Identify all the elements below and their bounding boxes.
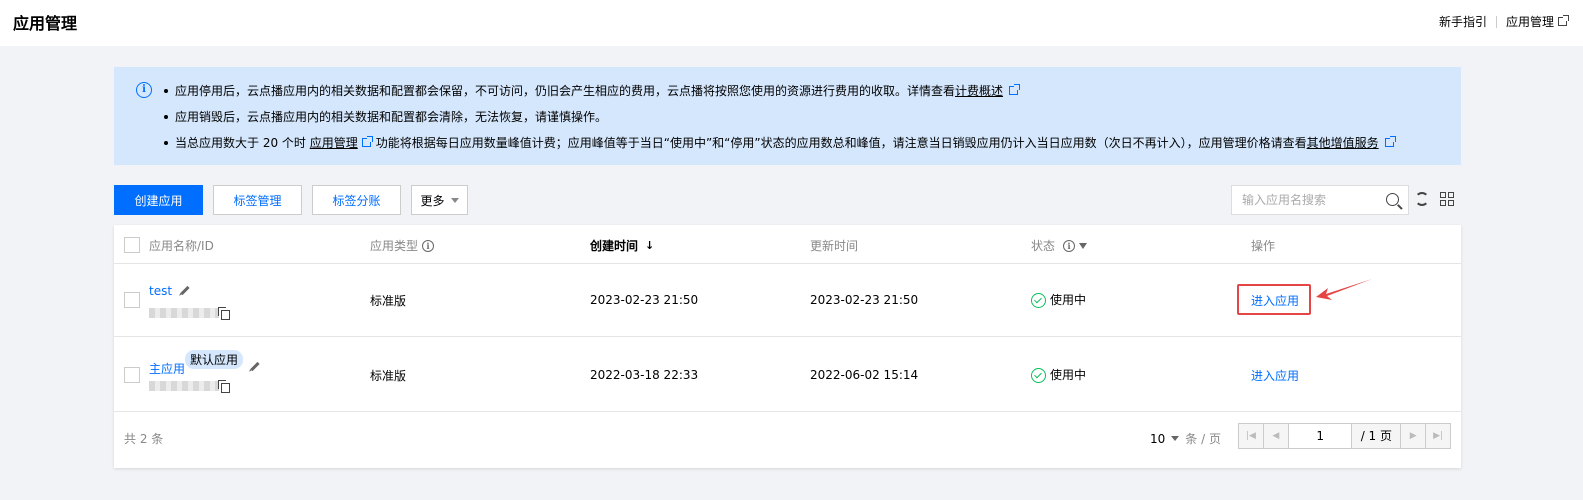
search-input[interactable] [1232, 186, 1372, 214]
caret-down-icon [1171, 436, 1180, 441]
column-settings-icon[interactable] [1440, 192, 1454, 206]
notice-line-3: 当总应用数大于 20 个时 应用管理 功能将根据每日应用数量峰值计费；应用峰值等于… [164, 134, 1396, 151]
table-row: 主应用 默认应用 标准版 2022-03-18 22:33 2022-06-02… [114, 337, 1461, 412]
prev-page-icon[interactable]: ◀ [1264, 424, 1289, 448]
notice-line-2: 应用销毁后，云点播应用内的相关数据和配置都会清除，无法恢复，请谨慎操作。 [164, 108, 607, 125]
check-circle-icon [1031, 293, 1046, 308]
sort-down-icon[interactable]: ↓ [645, 239, 654, 252]
select-all-checkbox[interactable] [124, 237, 140, 253]
copy-icon[interactable] [218, 380, 230, 393]
table-header: 应用名称/ID 应用类型 i 创建时间 ↓ 更新时间 状态 i 操作 [114, 225, 1461, 264]
col-type: 应用类型 i [370, 237, 435, 254]
edit-icon[interactable] [180, 285, 190, 296]
updated-time: 2023-02-23 21:50 [810, 293, 919, 307]
search-icon[interactable] [1386, 193, 1399, 206]
pagination: |◀ ◀ 1 / 1 页 ▶ ▶| [1238, 423, 1451, 449]
divider [1495, 15, 1497, 28]
red-arrow-icon [1316, 279, 1372, 300]
check-circle-icon [1031, 368, 1046, 383]
top-bar: 应用管理 新手指引 应用管理 [0, 0, 1583, 46]
page-input[interactable]: 1 [1288, 424, 1353, 448]
app-table: 应用名称/ID 应用类型 i 创建时间 ↓ 更新时间 状态 i 操作 test 标准版… [114, 225, 1461, 468]
app-name-link[interactable]: 主应用 [149, 360, 185, 377]
more-dropdown[interactable]: 更多 [411, 185, 468, 215]
tag-bill-button[interactable]: 标签分账 [312, 185, 401, 215]
first-page-icon[interactable]: |◀ [1239, 424, 1264, 448]
info-icon[interactable]: i [422, 239, 435, 252]
row-checkbox[interactable] [124, 367, 140, 383]
updated-time: 2022-06-02 15:14 [810, 368, 919, 382]
app-id-blurred [149, 381, 219, 391]
app-type: 标准版 [370, 294, 407, 308]
highlight-box [1237, 284, 1311, 315]
bullet [164, 114, 168, 119]
page-title: 应用管理 [13, 14, 78, 33]
search-box [1231, 185, 1409, 215]
refresh-icon[interactable] [1415, 192, 1429, 206]
status-badge: 使用中 [1031, 366, 1086, 383]
app-manage-doc-link[interactable]: 应用管理 [310, 136, 358, 150]
col-status: 状态 i [1031, 237, 1088, 254]
default-app-tag: 默认应用 [185, 350, 244, 369]
row-checkbox[interactable] [124, 292, 140, 308]
value-added-link[interactable]: 其他增值服务 [1307, 136, 1379, 150]
info-icon[interactable]: i [1063, 239, 1076, 252]
edit-icon[interactable] [250, 361, 260, 372]
app-id-blurred [149, 308, 219, 318]
external-link-icon[interactable] [1558, 15, 1569, 26]
bullet [164, 140, 168, 145]
copy-icon[interactable] [218, 307, 230, 320]
external-link-icon[interactable] [361, 136, 373, 147]
total-count: 共 2 条 [124, 432, 164, 446]
billing-overview-link[interactable]: 计费概述 [955, 84, 1003, 98]
filter-icon[interactable] [1079, 242, 1088, 249]
status-badge: 使用中 [1031, 291, 1086, 308]
total-pages: / 1 页 [1360, 429, 1393, 443]
created-time: 2023-02-23 21:50 [590, 293, 699, 307]
next-page-icon[interactable]: ▶ [1400, 424, 1425, 448]
top-links: 新手指引 应用管理 [1439, 13, 1569, 30]
bullet [164, 88, 168, 93]
external-link-icon[interactable] [1384, 136, 1396, 147]
notice-line-1: 应用停用后，云点播应用内的相关数据和配置都会保留，不可访问，仍旧会产生相应的费用… [164, 82, 1021, 99]
col-action: 操作 [1251, 239, 1276, 253]
external-link-icon[interactable] [1009, 84, 1021, 95]
guide-link[interactable]: 新手指引 [1439, 13, 1487, 30]
tag-manage-button[interactable]: 标签管理 [213, 185, 302, 215]
app-manage-link[interactable]: 应用管理 [1506, 13, 1554, 30]
app-type: 标准版 [370, 369, 407, 383]
col-updated: 更新时间 [810, 239, 859, 253]
enter-app-link[interactable]: 进入应用 [1251, 367, 1299, 384]
page-size-select[interactable]: 10 条 / 页 [1150, 430, 1221, 447]
last-page-icon[interactable]: ▶| [1425, 424, 1450, 448]
notice-banner: i 应用停用后，云点播应用内的相关数据和配置都会保留，不可访问，仍旧会产生相应的… [114, 67, 1461, 165]
info-icon: i [136, 82, 152, 98]
col-name: 应用名称/ID [149, 239, 214, 253]
caret-down-icon [450, 197, 459, 203]
app-name-link[interactable]: test [149, 284, 172, 298]
created-time: 2022-03-18 22:33 [590, 368, 699, 382]
create-app-button[interactable]: 创建应用 [114, 185, 203, 215]
col-created[interactable]: 创建时间 ↓ [590, 237, 654, 254]
